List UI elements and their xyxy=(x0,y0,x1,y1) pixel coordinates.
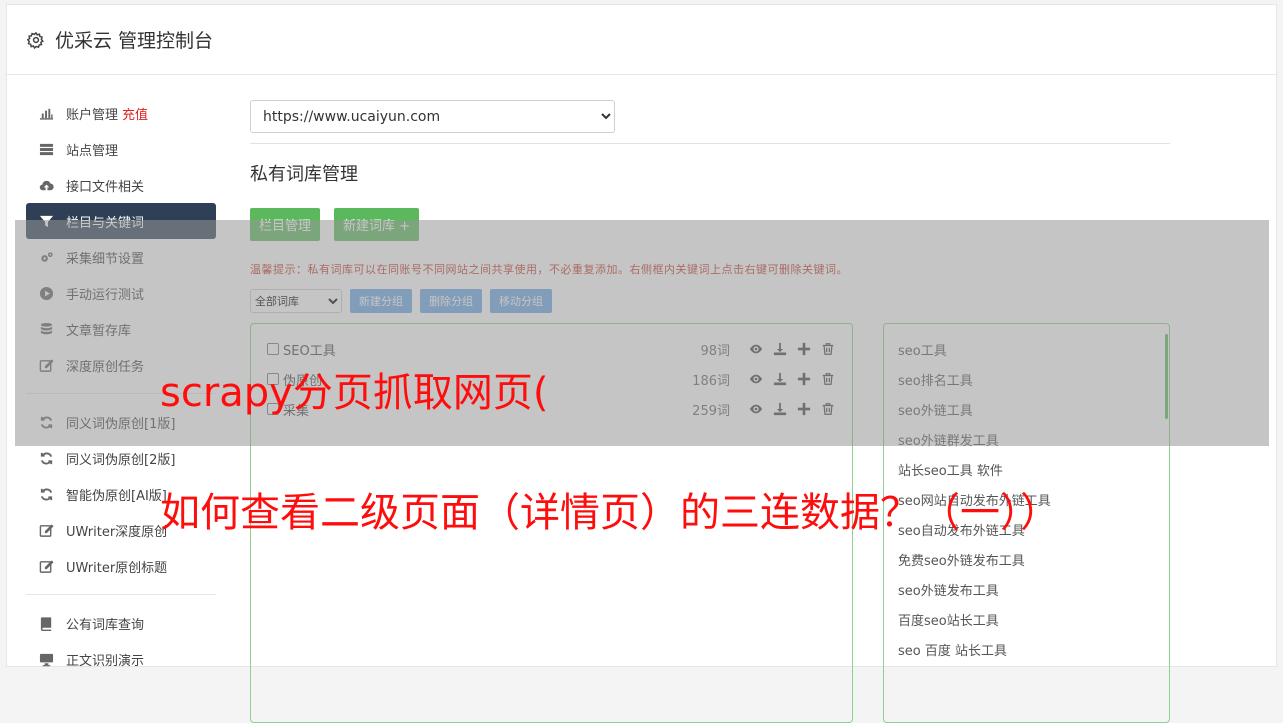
keyword-item[interactable]: 免费seo外链发布工具 xyxy=(898,544,1155,574)
cogs-icon xyxy=(38,249,54,265)
tip-text: 温馨提示：私有词库可以在同账号不同网站之间共享使用，不必重复添加。右侧框内关键词… xyxy=(250,263,848,276)
move-group-button[interactable]: 移动分组 xyxy=(490,289,552,313)
group-select[interactable]: 全部词库 xyxy=(250,289,342,313)
sidebar-item-label: 站点管理 xyxy=(66,143,119,159)
sidebar-item-label: 账户管理 xyxy=(66,107,119,123)
sidebar-item-label: UWriter深度原创 xyxy=(66,524,168,540)
monitor-icon xyxy=(38,651,54,667)
keyword-item[interactable]: seo外链发布工具 xyxy=(898,574,1155,604)
column-manage-button[interactable]: 栏目管理 xyxy=(250,208,321,241)
top-bar: 优采云 管理控制台 xyxy=(7,5,1276,75)
cloud-upload-icon xyxy=(38,177,54,193)
app-title: 优采云 管理控制台 xyxy=(55,30,214,52)
sidebar-item-collect-settings[interactable]: 采集细节设置 xyxy=(26,239,216,275)
eye-icon[interactable] xyxy=(748,341,764,357)
library-name: SEO工具 xyxy=(283,343,336,359)
keyword-item[interactable]: seo工具 xyxy=(898,334,1155,364)
download-icon[interactable] xyxy=(772,371,788,387)
sidebar-item-label: 同义词伪原创[1版] xyxy=(66,416,176,432)
overlay-title-line2: 如何查看二级页面（详情页）的三连数据？（一）） xyxy=(160,490,1060,536)
sidebar-item-label: 公有词库查询 xyxy=(66,617,145,633)
keyword-item[interactable]: 百度seo站长工具 xyxy=(898,604,1155,634)
overlay-title-line1: scrapy分页抓取网页( xyxy=(160,370,549,416)
sidebar-divider xyxy=(26,594,216,595)
plus-icon[interactable] xyxy=(796,401,812,417)
refresh-icon xyxy=(38,414,54,430)
sidebar-item-manual-run[interactable]: 手动运行测试 xyxy=(26,275,216,311)
page-title: 私有词库管理 xyxy=(250,164,358,185)
library-checkbox[interactable] xyxy=(267,343,279,355)
new-library-button[interactable]: 新建词库 + xyxy=(334,208,420,241)
server-icon xyxy=(38,141,54,157)
group-toolbar: 全部词库 新建分组 删除分组 移动分组 xyxy=(250,289,1170,313)
keyword-item[interactable]: seo 百度 站长工具 xyxy=(898,634,1155,664)
sidebar-item-label: 正文识别演示 xyxy=(66,653,145,669)
edit-icon xyxy=(38,522,54,538)
library-count: 98词 xyxy=(700,343,730,359)
sidebar-item-label: UWriter原创标题 xyxy=(66,560,168,576)
sidebar-item-sites[interactable]: 站点管理 xyxy=(26,131,216,167)
sidebar-item-uwriter-title[interactable]: UWriter原创标题 xyxy=(26,548,216,584)
refresh-icon xyxy=(38,450,54,466)
play-circle-icon xyxy=(38,285,54,301)
database-icon xyxy=(38,321,54,337)
divider xyxy=(250,143,1170,144)
keyword-item[interactable]: seo排名工具 xyxy=(898,364,1155,394)
trash-icon[interactable] xyxy=(820,401,836,417)
sidebar-item-api-files[interactable]: 接口文件相关 xyxy=(26,167,216,203)
sidebar-item-label: 深度原创任务 xyxy=(66,359,145,375)
gear-icon xyxy=(27,31,44,49)
sidebar-item-text-recognition[interactable]: 正文识别演示 xyxy=(26,641,216,677)
library-count: 186词 xyxy=(692,373,730,389)
keyword-item[interactable]: seo外链工具 xyxy=(898,394,1155,424)
filter-icon xyxy=(38,213,54,229)
sidebar-item-label: 栏目与关键词 xyxy=(66,215,145,231)
eye-icon[interactable] xyxy=(748,371,764,387)
bar-chart-icon xyxy=(38,105,54,121)
sidebar-item-label: 采集细节设置 xyxy=(66,251,145,267)
library-count: 259词 xyxy=(692,403,730,419)
site-select[interactable]: https://www.ucaiyun.com xyxy=(250,100,615,133)
sidebar-item-label: 文章暂存库 xyxy=(66,323,132,339)
book-icon xyxy=(38,615,54,631)
sidebar-item-columns-keywords[interactable]: 栏目与关键词 xyxy=(26,203,216,239)
plus-icon[interactable] xyxy=(796,371,812,387)
plus-icon[interactable] xyxy=(796,341,812,357)
recharge-link[interactable]: 充值 xyxy=(122,104,148,123)
sidebar-item-synonym-v2[interactable]: 同义词伪原创[2版] xyxy=(26,440,216,476)
delete-group-button[interactable]: 删除分组 xyxy=(420,289,482,313)
sidebar-item-account[interactable]: 账户管理 充值 xyxy=(26,95,216,131)
sidebar-item-label: 智能伪原创[AI版] xyxy=(66,488,167,504)
action-buttons: 栏目管理 新建词库 + xyxy=(250,208,1170,241)
edit-icon xyxy=(38,357,54,373)
new-group-button[interactable]: 新建分组 xyxy=(350,289,412,313)
sidebar-item-label: 手动运行测试 xyxy=(66,287,145,303)
edit-icon xyxy=(38,558,54,574)
scrollbar[interactable] xyxy=(1165,334,1168,419)
sidebar-item-article-store[interactable]: 文章暂存库 xyxy=(26,311,216,347)
trash-icon[interactable] xyxy=(820,371,836,387)
keyword-item[interactable]: seo外链群发工具 xyxy=(898,424,1155,454)
trash-icon[interactable] xyxy=(820,341,836,357)
refresh-icon xyxy=(38,486,54,502)
sidebar-item-public-lib[interactable]: 公有词库查询 xyxy=(26,605,216,641)
download-icon[interactable] xyxy=(772,341,788,357)
sidebar-item-label: 接口文件相关 xyxy=(66,179,145,195)
download-icon[interactable] xyxy=(772,401,788,417)
eye-icon[interactable] xyxy=(748,401,764,417)
sidebar-item-label: 同义词伪原创[2版] xyxy=(66,452,176,468)
